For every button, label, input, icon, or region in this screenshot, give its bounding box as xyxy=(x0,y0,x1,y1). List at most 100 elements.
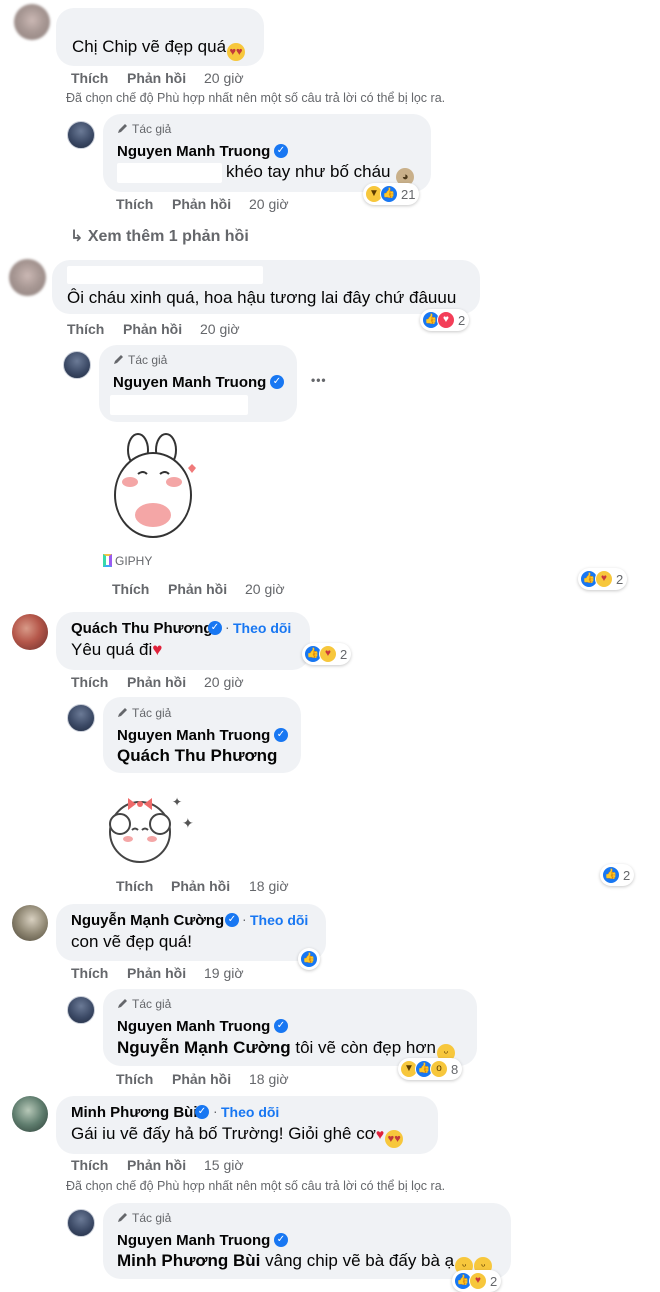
reply-time[interactable]: 20 giờ xyxy=(245,581,285,597)
mention-link[interactable]: Minh Phương Bùi xyxy=(117,1251,260,1270)
redacted-block xyxy=(110,395,248,415)
commenter-name[interactable]: Nguyễn Mạnh Cường xyxy=(71,912,224,929)
reply-arrow-icon: ↳ xyxy=(70,228,84,245)
like-button[interactable]: Thích xyxy=(71,674,108,690)
comment-time[interactable]: 19 giờ xyxy=(204,965,244,981)
separator-dot: · xyxy=(213,1103,218,1119)
author-tag-label: Tác giả xyxy=(132,122,172,136)
reaction-summary[interactable]: 👍 ♥ 2 xyxy=(302,643,352,665)
like-button[interactable]: Thích xyxy=(67,321,104,337)
love-reaction-icon: ♥ xyxy=(437,311,455,329)
reply-time[interactable]: 20 giờ xyxy=(249,196,289,212)
filter-notice: Đã chọn chế độ Phù hợp nhất nên một số c… xyxy=(66,91,446,105)
author-avatar[interactable] xyxy=(67,1209,95,1237)
reaction-summary[interactable]: 👍 2 xyxy=(600,864,635,886)
see-more-replies[interactable]: ↳ Xem thêm 1 phản hồi xyxy=(70,226,249,246)
commenter-avatar[interactable] xyxy=(9,259,46,296)
comment-time[interactable]: 20 giờ xyxy=(204,674,244,690)
care-reaction-icon: ♥ xyxy=(469,1272,487,1290)
more-options-icon[interactable]: ••• xyxy=(311,373,327,387)
like-button[interactable]: Thích xyxy=(112,581,149,597)
reply-author-name[interactable]: Nguyen Manh Truong xyxy=(113,374,266,391)
reply-button[interactable]: Phản hồi xyxy=(127,674,186,690)
commenter-avatar[interactable] xyxy=(14,4,50,40)
reaction-count: 8 xyxy=(451,1061,459,1077)
reply-button[interactable]: Phản hồi xyxy=(168,581,227,597)
reply-author-name[interactable]: Nguyen Manh Truong xyxy=(117,1018,270,1035)
redacted-block xyxy=(117,163,222,183)
care-reaction-icon: ♥ xyxy=(595,570,613,588)
reply-button[interactable]: Phản hồi xyxy=(172,196,231,212)
verified-badge-icon: ✓ xyxy=(274,1019,288,1033)
reply-button[interactable]: Phản hồi xyxy=(171,878,230,894)
like-button[interactable]: Thích xyxy=(71,70,108,86)
follow-button[interactable]: Theo dõi xyxy=(250,912,308,928)
comment-time[interactable]: 20 giờ xyxy=(204,70,244,86)
author-avatar[interactable] xyxy=(67,121,95,149)
like-button[interactable]: Thích xyxy=(71,965,108,981)
reply-button[interactable]: Phản hồi xyxy=(123,321,182,337)
reply-text: Minh Phương Bùi vâng chip vẽ bà đấy bà ạ… xyxy=(117,1251,493,1275)
mention-link[interactable]: Quách Thu Phương xyxy=(117,746,277,766)
like-reaction-icon: 👍 xyxy=(380,185,398,203)
reply-text-content: vâng chip vẽ bà đấy bà ạ xyxy=(265,1251,455,1270)
comment-text: Yêu quá đi♥ xyxy=(71,640,162,660)
reply-text-content: khéo tay như bố cháu xyxy=(226,162,391,181)
like-button[interactable]: Thích xyxy=(116,1071,153,1087)
pencil-icon xyxy=(114,355,123,364)
author-tag: Tác giả xyxy=(117,1211,171,1225)
verified-badge-icon: ✓ xyxy=(274,728,288,742)
reply-button[interactable]: Phản hồi xyxy=(127,1157,186,1173)
reply-button[interactable]: Phản hồi xyxy=(127,965,186,981)
commenter-avatar[interactable] xyxy=(12,614,48,650)
commenter-name[interactable]: Minh Phương Bùi xyxy=(71,1104,198,1121)
comment-text-content: Gái iu vẽ đấy hả bố Trường! Giỏi ghê cơ xyxy=(71,1124,376,1143)
comment-text-content: Chị Chip vẽ đẹp quá xyxy=(72,37,227,56)
verified-badge-icon: ✓ xyxy=(270,375,284,389)
pencil-icon xyxy=(118,1213,127,1222)
author-tag-label: Tác giả xyxy=(128,353,168,367)
reply-author-name[interactable]: Nguyen Manh Truong xyxy=(117,1232,270,1249)
reply-text-content: tôi vẽ còn đẹp hơn xyxy=(295,1038,436,1057)
like-reaction-icon: 👍 xyxy=(300,950,318,968)
like-button[interactable]: Thích xyxy=(116,196,153,212)
verified-badge-icon: ✓ xyxy=(274,1233,288,1247)
reaction-summary[interactable]: 👍 ♥ 2 xyxy=(452,1270,502,1292)
sheep-sticker: ✦ ✦ xyxy=(109,795,194,863)
author-avatar[interactable] xyxy=(67,996,95,1024)
mention-link[interactable]: Nguyễn Mạnh Cường xyxy=(117,1038,291,1057)
author-avatar[interactable] xyxy=(63,351,91,379)
like-button[interactable]: Thích xyxy=(71,1157,108,1173)
follow-button[interactable]: Theo dõi xyxy=(221,1104,279,1120)
reaction-summary[interactable]: 👍 ♥ 2 xyxy=(420,309,470,331)
reply-button[interactable]: Phản hồi xyxy=(127,70,186,86)
reaction-summary[interactable]: 👍 xyxy=(298,948,320,970)
reply-author-name[interactable]: Nguyen Manh Truong xyxy=(117,143,270,160)
verified-badge-icon: ✓ xyxy=(274,144,288,158)
reply-time[interactable]: 18 giờ xyxy=(249,1071,289,1087)
reaction-summary[interactable]: ▼ 👍 o 8 xyxy=(398,1058,463,1080)
two-hearts-emoji-icon: ♥ xyxy=(375,1126,385,1142)
like-button[interactable]: Thích xyxy=(116,878,153,894)
author-tag-label: Tác giả xyxy=(132,706,172,720)
commenter-name[interactable]: Quách Thu Phương xyxy=(71,620,213,637)
pencil-icon xyxy=(118,999,127,1008)
reply-time[interactable]: 18 giờ xyxy=(249,878,289,894)
reply-button[interactable]: Phản hồi xyxy=(172,1071,231,1087)
svg-text:✦: ✦ xyxy=(182,815,194,831)
reaction-summary[interactable]: ▼ 👍 21 xyxy=(363,183,420,205)
verified-badge-icon: ✓ xyxy=(208,621,222,635)
comment-text: Gái iu vẽ đấy hả bố Trường! Giỏi ghê cơ♥… xyxy=(71,1124,404,1148)
follow-button[interactable]: Theo dõi xyxy=(233,620,291,636)
bunny-sticker xyxy=(114,433,196,538)
wow-reaction-icon: o xyxy=(430,1060,448,1078)
comment-time[interactable]: 20 giờ xyxy=(200,321,240,337)
author-avatar[interactable] xyxy=(67,704,95,732)
commenter-avatar[interactable] xyxy=(12,905,48,941)
reaction-summary[interactable]: 👍 ♥ 2 xyxy=(578,568,628,590)
reply-author-name[interactable]: Nguyen Manh Truong xyxy=(117,727,270,744)
commenter-avatar[interactable] xyxy=(12,1096,48,1132)
comment-time[interactable]: 15 giờ xyxy=(204,1157,244,1173)
author-tag: Tác giả xyxy=(117,706,171,720)
comment-text: con vẽ đẹp quá! xyxy=(71,932,192,951)
